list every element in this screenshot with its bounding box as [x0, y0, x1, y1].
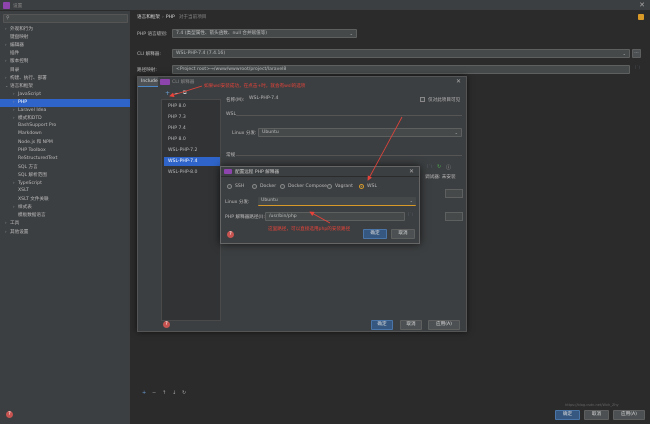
annotation-arrows — [169, 85, 403, 224]
arrow-to-wsl — [367, 116, 403, 181]
arrow-to-path — [309, 211, 331, 224]
arrow-to-add — [169, 85, 203, 98]
